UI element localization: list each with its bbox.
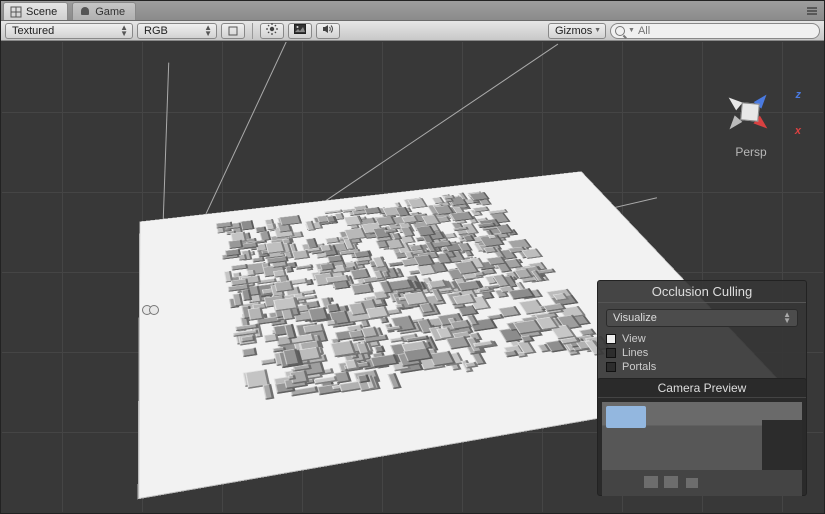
occlusion-view-row[interactable]: View — [606, 332, 798, 346]
camera-preview-viewport — [602, 402, 802, 496]
game-icon — [79, 6, 91, 18]
building-block — [266, 242, 286, 254]
updown-arrows-icon: ▲▼ — [120, 25, 128, 37]
z-axis-label: z — [796, 89, 802, 101]
audio-toggle[interactable] — [316, 23, 340, 39]
checkbox-icon[interactable] — [606, 348, 616, 358]
sun-icon — [266, 23, 278, 38]
building-block — [320, 244, 333, 252]
building-block — [248, 307, 264, 320]
updown-arrows-icon: ▲▼ — [783, 312, 791, 324]
building-block — [266, 223, 276, 230]
preview-floor — [602, 470, 802, 496]
occlusion-mode-dropdown[interactable]: Visualize ▲▼ — [606, 309, 798, 327]
building-block — [351, 283, 374, 295]
tab-game[interactable]: Game — [72, 2, 136, 20]
projection-label[interactable]: Persp — [701, 145, 801, 159]
occlusion-portals-label: Portals — [622, 361, 656, 373]
preview-box — [644, 476, 658, 488]
building-block — [326, 216, 337, 223]
scene-search[interactable]: ▼ — [610, 23, 820, 39]
chevron-down-icon: ▼ — [628, 27, 635, 34]
checkbox-icon[interactable] — [606, 362, 616, 372]
camera-preview-panel: Camera Preview — [597, 378, 807, 496]
scene-viewport[interactable]: z x Persp Occlusion Culling Visualize ▲▼… — [2, 42, 823, 512]
building-block — [279, 215, 302, 226]
scene-camera-gizmo[interactable] — [142, 304, 160, 316]
preview-box — [686, 478, 698, 488]
building-block — [388, 373, 402, 389]
image-effects-toggle[interactable] — [288, 23, 312, 39]
draw-mode-label: RGB — [144, 25, 168, 37]
orientation-gizmo[interactable]: z x Persp — [701, 77, 801, 177]
x-axis-label: x — [795, 125, 801, 137]
gizmos-dropdown[interactable]: Gizmos ▼ — [548, 23, 606, 39]
scene-toolbar: Textured ▲▼ RGB ▲▼ Gizmos — [1, 21, 824, 41]
chevron-down-icon: ▼ — [594, 27, 601, 34]
building-block — [504, 350, 519, 358]
updown-arrows-icon: ▲▼ — [204, 25, 212, 37]
building-block — [327, 304, 341, 313]
panel-menu-icon[interactable] — [804, 6, 820, 20]
preview-box — [664, 476, 678, 488]
occlusion-mode-label: Visualize — [613, 312, 657, 324]
occlusion-portals-row[interactable]: Portals — [606, 360, 798, 374]
picture-icon — [294, 24, 306, 37]
tab-scene[interactable]: Scene — [3, 2, 68, 20]
tab-bar: Scene Game — [1, 1, 824, 21]
tab-game-label: Game — [95, 6, 125, 18]
camera-preview-title: Camera Preview — [598, 379, 806, 398]
lighting-toggle[interactable] — [260, 23, 284, 39]
building-block — [246, 270, 256, 277]
occlusion-panel-title: Occlusion Culling — [598, 281, 806, 303]
tab-scene-label: Scene — [26, 6, 57, 18]
gizmos-label: Gizmos — [555, 25, 592, 37]
audio-icon — [322, 24, 334, 37]
search-input[interactable] — [638, 25, 815, 37]
render-mode-dropdown[interactable]: Textured ▲▼ — [5, 23, 133, 39]
scene-view-2d-toggle[interactable] — [221, 23, 245, 39]
toolbar-separator — [252, 23, 253, 39]
building-block — [308, 307, 329, 322]
building-block — [291, 250, 310, 260]
building-block — [380, 317, 390, 323]
occlusion-lines-row[interactable]: Lines — [606, 346, 798, 360]
gizmo-center-cube[interactable] — [740, 102, 760, 122]
building-block — [243, 348, 258, 357]
checkbox-icon[interactable] — [606, 334, 616, 344]
scene-icon — [10, 6, 22, 18]
occlusion-lines-label: Lines — [622, 347, 648, 359]
building-block — [262, 384, 275, 400]
draw-mode-dropdown[interactable]: RGB ▲▼ — [137, 23, 217, 39]
search-icon — [615, 26, 625, 36]
render-mode-label: Textured — [12, 25, 54, 37]
preview-sky — [606, 406, 646, 428]
building-block — [464, 361, 478, 368]
building-block — [408, 198, 428, 209]
scene-view-window: Scene Game Textured ▲▼ RGB ▲▼ — [0, 0, 825, 514]
occlusion-view-label: View — [622, 333, 646, 345]
axis-cone[interactable] — [725, 94, 742, 111]
building-block — [240, 220, 254, 230]
